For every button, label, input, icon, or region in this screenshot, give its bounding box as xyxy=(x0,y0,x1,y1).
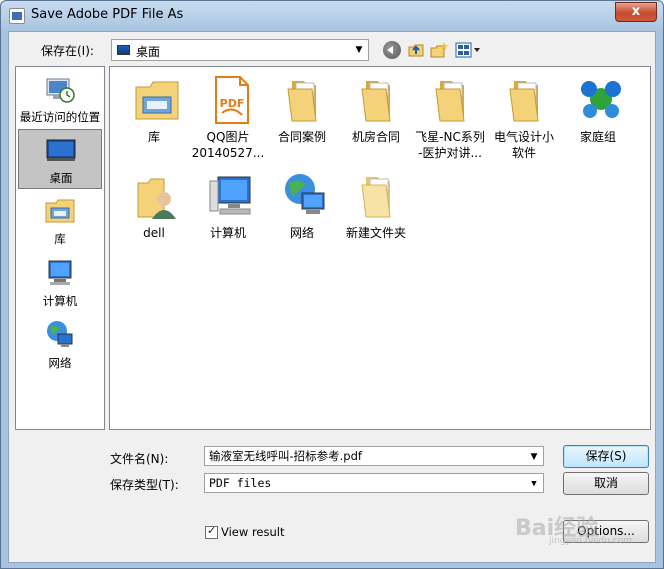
file-item-new-folder[interactable]: 新建文件夹 xyxy=(340,167,412,257)
file-name: 库 xyxy=(147,130,160,144)
recent-places-icon xyxy=(46,78,75,103)
pdf-icon: PDF xyxy=(215,76,249,124)
file-list[interactable]: 库 PDF QQ图片 20140527... 合同案例 机房合同 飞星-NC系列… xyxy=(109,66,651,430)
file-item-server-room-contract[interactable]: 机房合同 xyxy=(340,71,412,161)
place-library[interactable]: 库 xyxy=(18,191,102,251)
title-bar[interactable]: Save Adobe PDF File As x xyxy=(1,1,663,31)
file-name: 新建文件夹 xyxy=(345,226,406,240)
folder-icon xyxy=(361,177,391,218)
chevron-down-icon[interactable]: ▼ xyxy=(527,449,541,465)
filetype-label: 保存类型(T): xyxy=(110,478,179,492)
file-name: 机房合同 xyxy=(351,130,400,144)
view-result-label: View result xyxy=(221,525,285,539)
file-item-library[interactable]: 库 xyxy=(118,71,190,161)
place-label: 最近访问的位置 xyxy=(19,110,101,124)
file-name: 飞星-NC系列 -医护对讲... xyxy=(415,130,485,160)
place-desktop[interactable]: 桌面 xyxy=(18,129,102,189)
save-button[interactable]: 保存(S) xyxy=(563,445,649,468)
svg-text:PDF: PDF xyxy=(220,97,245,110)
file-item-dell[interactable]: dell xyxy=(118,167,190,257)
save-dialog-window: Save Adobe PDF File As x 保存在(I): 桌面 ▼ 最近… xyxy=(0,0,664,569)
filename-value: 输液室无线呼叫-招标参考.pdf xyxy=(209,449,362,463)
file-name: 网络 xyxy=(289,226,314,240)
filename-input[interactable]: 输液室无线呼叫-招标参考.pdf ▼ xyxy=(204,446,544,466)
place-label: 桌面 xyxy=(49,171,73,185)
file-item-homegroup[interactable]: 家庭组 xyxy=(562,71,634,161)
lookin-label: 保存在(I): xyxy=(41,44,94,58)
file-item-electrical-design[interactable]: 电气设计小 软件 xyxy=(488,71,560,161)
place-label: 计算机 xyxy=(42,294,78,308)
filename-label: 文件名(N): xyxy=(110,452,169,466)
folder-icon xyxy=(361,81,391,122)
file-name: 电气设计小 软件 xyxy=(493,130,554,160)
back-icon[interactable] xyxy=(383,41,401,59)
app-icon xyxy=(9,8,25,24)
up-folder-icon[interactable] xyxy=(407,41,425,59)
lookin-value: 桌面 xyxy=(136,45,161,59)
place-computer[interactable]: 计算机 xyxy=(18,253,102,313)
network-icon xyxy=(285,174,325,214)
desktop-icon xyxy=(117,45,130,55)
file-item-qq-image[interactable]: PDF QQ图片 20140527... xyxy=(192,71,264,161)
user-folder-icon xyxy=(137,178,176,219)
homegroup-icon xyxy=(581,81,621,118)
place-recent[interactable]: 最近访问的位置 xyxy=(18,69,102,129)
file-item-feixing-nc[interactable]: 飞星-NC系列 -医护对讲... xyxy=(414,71,486,161)
lookin-dropdown[interactable]: 桌面 ▼ xyxy=(111,39,369,61)
folder-icon xyxy=(435,81,465,122)
library-icon xyxy=(135,81,179,120)
dialog-client: 保存在(I): 桌面 ▼ 最近访问的位置 桌面 库 计算机 网络 库 PDF Q… xyxy=(8,31,656,563)
filetype-value: PDF files xyxy=(209,476,272,490)
place-network[interactable]: 网络 xyxy=(18,315,102,375)
close-button[interactable]: x xyxy=(615,2,657,22)
file-item-computer[interactable]: 计算机 xyxy=(192,167,264,257)
network-icon xyxy=(47,321,73,347)
file-name: 计算机 xyxy=(209,226,246,240)
filetype-dropdown[interactable]: PDF files ▼ xyxy=(204,473,544,493)
file-name: dell xyxy=(143,226,165,240)
file-item-network[interactable]: 网络 xyxy=(266,167,338,257)
cancel-button[interactable]: 取消 xyxy=(563,472,649,495)
chevron-down-icon[interactable]: ▼ xyxy=(352,42,366,58)
library-icon xyxy=(45,199,75,223)
place-label: 网络 xyxy=(48,356,72,370)
view-result-checkbox[interactable] xyxy=(205,524,218,539)
places-bar: 最近访问的位置 桌面 库 计算机 网络 xyxy=(15,66,105,430)
desktop-icon xyxy=(46,139,76,161)
file-item-contract-cases[interactable]: 合同案例 xyxy=(266,71,338,161)
folder-icon xyxy=(509,81,539,122)
folder-icon xyxy=(287,81,317,122)
place-label: 库 xyxy=(54,232,66,246)
computer-icon xyxy=(48,260,72,285)
file-name: 合同案例 xyxy=(277,130,326,144)
chevron-down-icon[interactable]: ▼ xyxy=(527,476,541,492)
file-name: 家庭组 xyxy=(579,130,616,144)
watermark-url: jingyan.baidu.com xyxy=(549,536,633,546)
file-name: QQ图片 20140527... xyxy=(191,130,265,160)
computer-icon xyxy=(209,176,251,215)
views-menu-icon[interactable] xyxy=(455,41,481,59)
window-title: Save Adobe PDF File As xyxy=(31,7,184,22)
new-folder-icon[interactable] xyxy=(430,41,448,59)
